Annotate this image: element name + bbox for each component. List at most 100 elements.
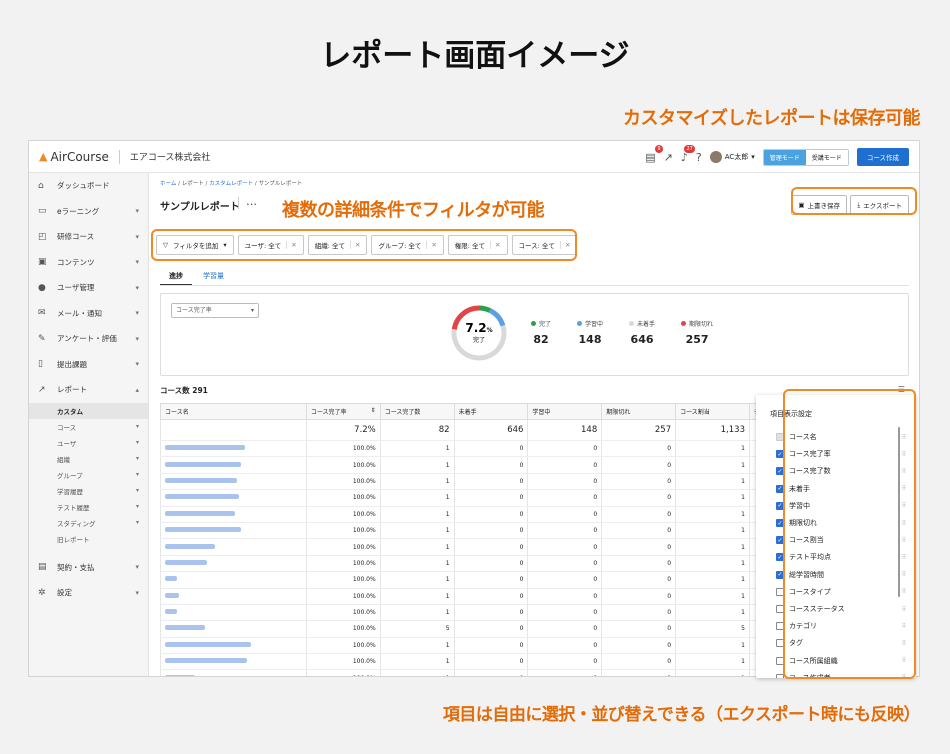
- donut-segment: [478, 305, 492, 313]
- create-course-button[interactable]: コース作成: [856, 148, 909, 166]
- table-cell: 1: [675, 473, 750, 491]
- table-cell: 1: [379, 637, 455, 655]
- user-menu[interactable]: AC太郎 ▾: [709, 151, 755, 163]
- table-cell: 0: [527, 473, 603, 491]
- sidebar-subitem-label: スタディング: [57, 519, 96, 528]
- sidebar-subitem[interactable]: 旧レポート: [29, 531, 148, 547]
- sidebar-subitem[interactable]: スタディング ▾: [29, 515, 148, 531]
- sidebar-item[interactable]: ● ユーザ管理 ▾: [29, 275, 148, 301]
- breadcrumb-home[interactable]: ホーム: [160, 181, 176, 187]
- course-name-cell[interactable]: [160, 571, 307, 589]
- user-name: AC太郎: [724, 153, 749, 161]
- course-name-cell[interactable]: [160, 620, 307, 638]
- table-cell: 5: [379, 620, 455, 638]
- mode-learner-button[interactable]: 受講モード: [806, 150, 848, 165]
- sidebar-item[interactable]: ▯ 提出課題 ▾: [29, 352, 148, 378]
- table-cell: 1: [675, 669, 750, 676]
- table-row: 100.0%10001: [160, 555, 811, 573]
- sidebar-item[interactable]: ▭ eラーニング ▾: [29, 199, 148, 225]
- totals-cell: [160, 419, 307, 441]
- table-cell: 0: [527, 538, 603, 556]
- table-cell: 0: [453, 571, 529, 589]
- sidebar-item[interactable]: ↗ レポート ▴: [29, 377, 148, 403]
- table-cell: 1: [675, 604, 750, 622]
- table-cell: 0: [601, 440, 677, 458]
- sidebar-item[interactable]: ✉ メール・通知 ▾: [29, 301, 148, 327]
- sidebar-item[interactable]: ▣ コンテンツ ▾: [29, 250, 148, 276]
- course-name-cell[interactable]: [160, 538, 307, 556]
- sidebar-item[interactable]: ◰ 研修コース ▾: [29, 224, 148, 250]
- sidebar-subitem[interactable]: テスト履歴 ▾: [29, 499, 148, 515]
- sidebar-item[interactable]: ✎ アンケート・評価 ▾: [29, 326, 148, 352]
- sidebar-item-label: レポート: [57, 385, 87, 395]
- table-cell: 100.0%: [305, 571, 381, 589]
- table-cell: 0: [527, 506, 603, 523]
- highlight-column-panel: [783, 389, 916, 679]
- redacted-course-name: [165, 625, 205, 631]
- sidebar-subitem[interactable]: グループ ▾: [29, 467, 148, 483]
- table-cell: 1: [379, 571, 455, 589]
- sidebar-item[interactable]: ✲ 設定 ▾: [29, 580, 148, 606]
- course-name-cell[interactable]: [160, 588, 307, 605]
- course-name-cell[interactable]: [160, 669, 307, 676]
- column-header[interactable]: 期限切れ: [601, 403, 677, 420]
- column-header[interactable]: 未着手: [453, 403, 529, 420]
- sidebar-item-label: コンテンツ: [57, 257, 95, 267]
- sidebar-subitem[interactable]: 学習履歴 ▾: [29, 483, 148, 499]
- sort-icon[interactable]: ⇕: [371, 407, 376, 414]
- slide: レポート画面イメージ カスタマイズしたレポートは保存可能 ▲ AirCourse …: [0, 0, 950, 754]
- table-cell: 0: [601, 506, 677, 523]
- sidebar-subitem[interactable]: 組織 ▾: [29, 451, 148, 467]
- course-name-cell[interactable]: [160, 522, 307, 540]
- sidebar-subitem[interactable]: ユーザ ▾: [29, 435, 148, 451]
- annotation-columns: 項目は自由に選択・並び替えできる（エクスポート時にも反映）: [442, 705, 921, 725]
- table-cell: 1: [379, 456, 455, 474]
- breadcrumb-report[interactable]: レポート: [182, 181, 204, 187]
- table-cell: 0: [601, 653, 677, 671]
- contract-icon: ▤: [38, 562, 47, 573]
- redacted-course-name: [165, 510, 235, 516]
- mode-admin-button[interactable]: 管理モード: [763, 149, 806, 165]
- course-name-cell[interactable]: [160, 653, 307, 671]
- sidebar-subitem[interactable]: カスタム: [29, 402, 148, 419]
- course-name-cell[interactable]: [160, 489, 307, 507]
- sidebar-item[interactable]: ⌂ ダッシュボード: [29, 173, 148, 199]
- sidebar-item[interactable]: ▤ 契約・支払 ▾: [29, 555, 148, 581]
- course-name-cell[interactable]: [160, 555, 307, 573]
- course-name-cell[interactable]: [160, 604, 307, 622]
- notification-bell-icon[interactable]: ♪ 27: [681, 144, 695, 164]
- table-cell: 0: [453, 669, 529, 676]
- table-row: 100.0%10001: [160, 538, 811, 556]
- chevron-icon: ▾: [135, 334, 139, 343]
- column-header[interactable]: コース完了率 ⇕: [305, 403, 381, 420]
- course-name-cell[interactable]: [160, 506, 307, 523]
- app-logo[interactable]: ▲ AirCourse: [39, 150, 109, 164]
- table-cell: 0: [601, 669, 677, 676]
- column-header[interactable]: 学習中: [527, 403, 603, 420]
- course-name-cell[interactable]: [160, 637, 307, 655]
- sidebar-subitem-label: 学習履歴: [57, 487, 83, 496]
- analytics-icon[interactable]: ↗: [664, 151, 673, 164]
- course-name-cell[interactable]: [160, 473, 307, 491]
- notification-badge: 27: [684, 144, 695, 153]
- chevron-down-icon: ▾: [135, 503, 139, 510]
- table-cell: 100.0%: [305, 637, 381, 655]
- tab-progress[interactable]: 進捗: [160, 268, 192, 286]
- table-row: 100.0%10001: [160, 653, 811, 671]
- sidebar-subitem[interactable]: コース ▾: [29, 419, 148, 435]
- course-name-cell[interactable]: [160, 456, 307, 474]
- column-header[interactable]: コース割当: [675, 403, 750, 420]
- help-icon[interactable]: ?: [696, 151, 702, 164]
- column-header[interactable]: コース完了数: [379, 403, 455, 420]
- tab-learning-volume[interactable]: 学習量: [194, 268, 233, 286]
- more-menu-button[interactable]: …: [246, 195, 257, 208]
- table-cell: 100.0%: [305, 440, 381, 458]
- calendar-icon[interactable]: ▤ 9: [645, 144, 663, 164]
- course-name-cell[interactable]: [160, 440, 307, 458]
- mode-switch: 管理モード 受講モード: [762, 148, 849, 166]
- column-header[interactable]: コース名: [160, 403, 307, 420]
- metric-select[interactable]: コース完了率 ▾: [171, 303, 259, 318]
- table-cell: 0: [453, 604, 529, 622]
- breadcrumb-custom[interactable]: カスタムレポート: [209, 181, 253, 187]
- table-cell: 0: [601, 538, 677, 556]
